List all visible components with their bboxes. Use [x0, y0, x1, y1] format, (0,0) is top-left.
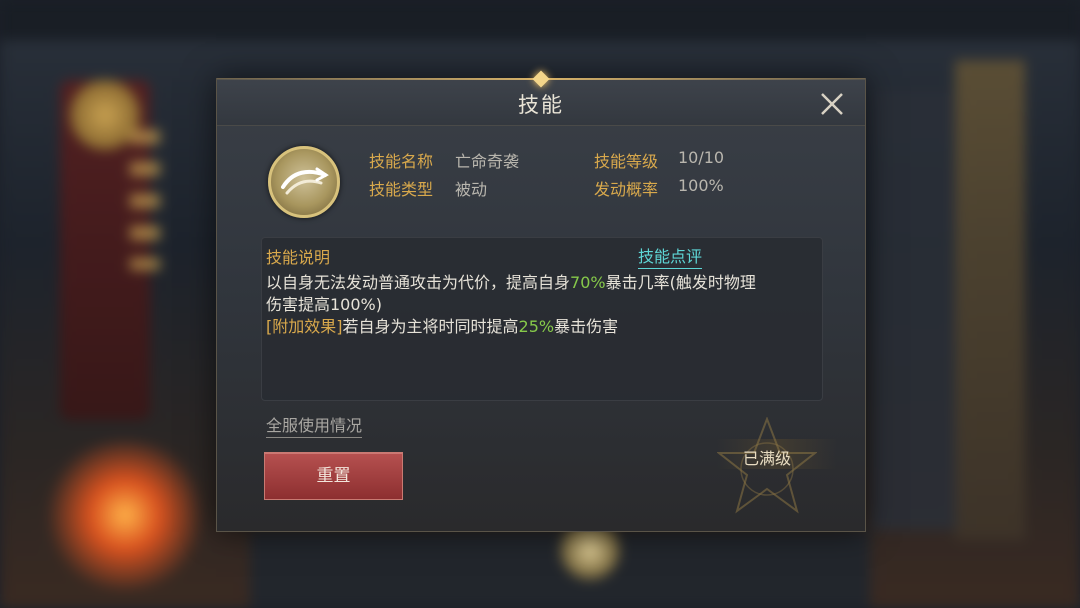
- description-line1-a: 以自身无法发动普通攻击为代价，提高自身: [266, 273, 571, 292]
- skill-name-label: 技能名称: [369, 152, 434, 171]
- description-text: 以自身无法发动普通攻击为代价，提高自身70%暴击几率(触发时物理 伤害提高100…: [266, 272, 816, 338]
- skill-description-panel: 技能说明 技能点评 以自身无法发动普通攻击为代价，提高自身70%暴击几率(触发时…: [261, 237, 823, 401]
- skill-name-value: 亡命奇袭: [455, 152, 520, 171]
- slash-arrow-icon: [281, 167, 329, 195]
- trigger-chance-value: 100%: [678, 176, 724, 195]
- close-icon[interactable]: [817, 89, 847, 119]
- crit-rate-value: 70%: [570, 273, 606, 292]
- trigger-chance-label: 发动概率: [594, 180, 659, 199]
- skill-type-label: 技能类型: [369, 180, 434, 199]
- reset-button[interactable]: 重置: [264, 452, 403, 500]
- crit-damage-value: 25%: [518, 317, 555, 336]
- max-level-status: 已满级: [742, 449, 791, 468]
- description-line2: 伤害提高100%): [266, 295, 382, 314]
- skill-level-label: 技能等级: [594, 152, 659, 171]
- description-line3-a: 若自身为主将时同时提高: [342, 317, 519, 336]
- skill-dialog: 技能 技能名称 亡命奇袭 技能等级 10/10 技能类型 被动 发动概率 100…: [216, 70, 866, 532]
- description-title: 技能说明: [266, 248, 331, 267]
- description-line1-b: 暴击几率(触发时物理: [605, 273, 756, 292]
- skill-type-value: 被动: [455, 180, 488, 199]
- skill-level-value: 10/10: [678, 148, 725, 167]
- skill-review-link[interactable]: 技能点评: [638, 243, 703, 269]
- bonus-effect-tag: [附加效果]: [266, 317, 343, 336]
- close-button[interactable]: [817, 89, 847, 119]
- server-usage-link[interactable]: 全服使用情况: [266, 412, 363, 438]
- skill-icon: [268, 146, 340, 218]
- dialog-title: 技能: [518, 93, 564, 117]
- description-line3-b: 暴击伤害: [554, 317, 619, 336]
